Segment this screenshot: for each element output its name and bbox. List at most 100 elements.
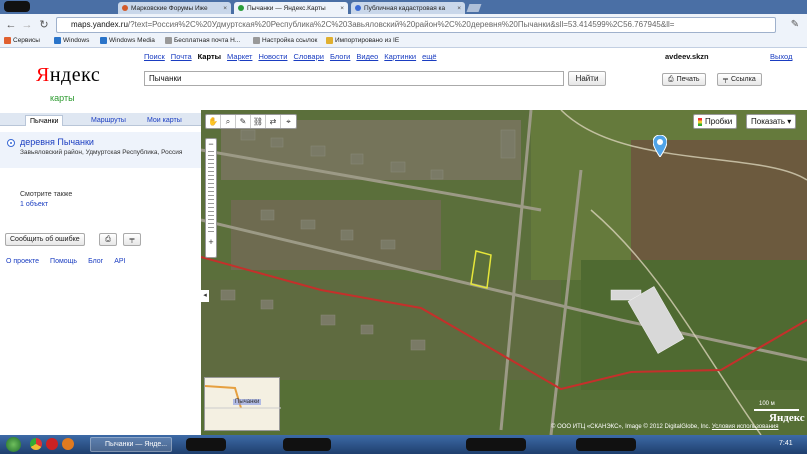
favicon-icon xyxy=(238,5,244,11)
service-name[interactable]: карты xyxy=(50,93,75,103)
routes-tool-icon[interactable]: ⇄ xyxy=(266,115,281,128)
bookmark-windows-media[interactable]: Windows Media xyxy=(100,37,155,44)
reload-icon[interactable]: ↻ xyxy=(37,18,51,32)
service-link-more[interactable]: ещё xyxy=(422,52,437,61)
username[interactable]: avdeev.skzn xyxy=(665,52,709,61)
service-link-search[interactable]: Поиск xyxy=(144,52,165,61)
services-nav: Поиск Почта Карты Маркет Новости Словари… xyxy=(144,52,437,61)
bookmark-imported-ie[interactable]: Импортировано из IE xyxy=(326,37,399,44)
scale-line xyxy=(754,409,799,411)
folder-icon xyxy=(326,37,333,44)
footer-link-help[interactable]: Помощь xyxy=(50,258,77,265)
browser-tab-strip: Марковские Форумы Иже × Пычанки — Яндекс… xyxy=(0,0,807,14)
search-input[interactable]: Пычанки xyxy=(144,71,564,86)
footer-link-about[interactable]: О проекте xyxy=(6,258,39,265)
zoom-out-icon[interactable]: − xyxy=(206,139,216,149)
result-marker-icon xyxy=(7,139,15,147)
zoom-slider[interactable] xyxy=(208,151,214,235)
see-also-link[interactable]: 1 объект xyxy=(20,201,48,208)
see-also-label: Смотрите также xyxy=(20,191,73,198)
redacted-area xyxy=(4,1,30,12)
bookmarks-bar: Сервисы Windows Windows Media Бесплатная… xyxy=(0,36,807,48)
sidebar: Пычанки Маршруты Мои карты деревня Пычан… xyxy=(0,110,201,435)
wrench-icon[interactable]: ✎ xyxy=(789,19,801,31)
footer-link-blog[interactable]: Блог xyxy=(88,258,103,265)
print-button[interactable]: ⎙ Печать xyxy=(662,73,706,86)
back-icon[interactable]: ← xyxy=(4,18,18,32)
redacted-area xyxy=(576,438,636,451)
printer-icon: ⎙ xyxy=(105,236,111,243)
close-tab-icon[interactable]: × xyxy=(220,5,227,12)
tab-my-maps[interactable]: Мои карты xyxy=(143,115,186,126)
terms-link[interactable]: Условия использования xyxy=(712,424,779,430)
service-link-dictionaries[interactable]: Словари xyxy=(293,52,323,61)
hand-tool-icon[interactable]: ✋ xyxy=(206,115,221,128)
service-link-mail[interactable]: Почта xyxy=(171,52,192,61)
scale-label: 100 м xyxy=(759,401,775,407)
redacted-area xyxy=(283,438,331,451)
service-link-video[interactable]: Видео xyxy=(356,52,378,61)
find-button[interactable]: Найти xyxy=(568,71,606,86)
os-taskbar: Пычанки — Яндe... 7:41 xyxy=(0,435,807,454)
zoom-control: − + xyxy=(205,138,217,258)
traffic-button[interactable]: Пробки xyxy=(693,114,738,129)
footer-links: О проекте Помощь Блог API xyxy=(6,258,126,265)
printer-icon: ⎙ xyxy=(668,76,674,83)
footer-link-api[interactable]: API xyxy=(114,258,125,265)
ruler-tool-icon[interactable]: ✎ xyxy=(236,115,251,128)
chevron-down-icon: ▾ xyxy=(785,117,792,126)
location-pin-icon[interactable] xyxy=(653,135,667,157)
yandex-watermark: Яндекс xyxy=(769,412,805,424)
forward-icon[interactable]: → xyxy=(20,18,34,32)
service-link-blogs[interactable]: Блоги xyxy=(330,52,350,61)
service-link-news[interactable]: Новости xyxy=(258,52,287,61)
collapse-sidebar-icon[interactable]: ◂ xyxy=(201,290,209,302)
new-tab-button[interactable] xyxy=(466,4,482,12)
pin-tool-icon[interactable]: ⌖ xyxy=(281,115,296,128)
bookmark-link-settings[interactable]: Настройка ссылок xyxy=(253,37,317,44)
start-button[interactable] xyxy=(6,437,21,452)
yandex-logo[interactable]: Яндекс xyxy=(36,64,100,87)
result-title[interactable]: деревня Пычанки xyxy=(20,137,94,147)
print-small-button[interactable]: ⎙ xyxy=(99,233,117,246)
map-copyright: © ООО ИТЦ «СКАНЭКС», Image © 2012 Digita… xyxy=(551,424,779,430)
logout-link[interactable]: Выход xyxy=(770,52,792,61)
opera-icon[interactable] xyxy=(46,438,58,450)
taskbar-task-chrome[interactable]: Пычанки — Яндe... xyxy=(90,437,172,452)
folder-icon xyxy=(100,37,107,44)
link-tool-icon[interactable]: ⛓ xyxy=(251,115,266,128)
report-error-button[interactable]: Сообщить об ошибке xyxy=(5,233,85,246)
bookmark-services[interactable]: Сервисы xyxy=(4,37,40,44)
browser-tab-yandex-maps[interactable]: Пычанки — Яндекс.Карты × xyxy=(234,2,348,14)
tab-routes[interactable]: Маршруты xyxy=(87,115,130,126)
link-small-button[interactable]: ╤ xyxy=(123,233,141,246)
url-input[interactable]: maps.yandex.ru/?text=Россия%2C%20Удмуртс… xyxy=(56,17,776,33)
favicon-icon xyxy=(355,5,361,11)
bookmark-windows[interactable]: Windows xyxy=(54,37,89,44)
show-layers-button[interactable]: Показать ▾ xyxy=(746,114,797,129)
map-canvas[interactable]: ✋ ⌕ ✎ ⛓ ⇄ ⌖ − + Пробки Показать ▾ Пычанк… xyxy=(201,110,807,435)
browser-tab-cadastre[interactable]: Публичная кадастровая ка × xyxy=(351,2,465,14)
pin-icon: ╤ xyxy=(129,236,135,243)
page-icon xyxy=(253,37,260,44)
tab-search-result[interactable]: Пычанки xyxy=(25,115,64,126)
link-button[interactable]: ╤ Ссылка xyxy=(717,73,762,86)
service-link-images[interactable]: Картинки xyxy=(384,52,416,61)
browser-tab-forum[interactable]: Марковские Форумы Иже × xyxy=(118,2,231,14)
satellite-imagery xyxy=(201,110,807,435)
chrome-icon[interactable] xyxy=(30,438,42,450)
traffic-light-icon xyxy=(698,117,702,126)
search-result-item[interactable]: деревня Пычанки Завьяловский район, Удму… xyxy=(0,132,201,168)
sidebar-tabs: Пычанки Маршруты Мои карты xyxy=(0,113,201,126)
minimap[interactable]: Пычанки xyxy=(204,377,281,431)
browser-icon[interactable] xyxy=(62,438,74,450)
close-tab-icon[interactable]: × xyxy=(454,5,461,12)
zoom-in-icon[interactable]: + xyxy=(206,237,216,247)
close-tab-icon[interactable]: × xyxy=(337,5,344,12)
bookmark-free-mail[interactable]: Бесплатная почта Н... xyxy=(165,37,240,44)
map-toolbar: ✋ ⌕ ✎ ⛓ ⇄ ⌖ xyxy=(205,114,297,129)
folder-icon xyxy=(54,37,61,44)
magnifier-tool-icon[interactable]: ⌕ xyxy=(221,115,236,128)
service-link-market[interactable]: Маркет xyxy=(227,52,252,61)
apps-icon xyxy=(4,37,11,44)
